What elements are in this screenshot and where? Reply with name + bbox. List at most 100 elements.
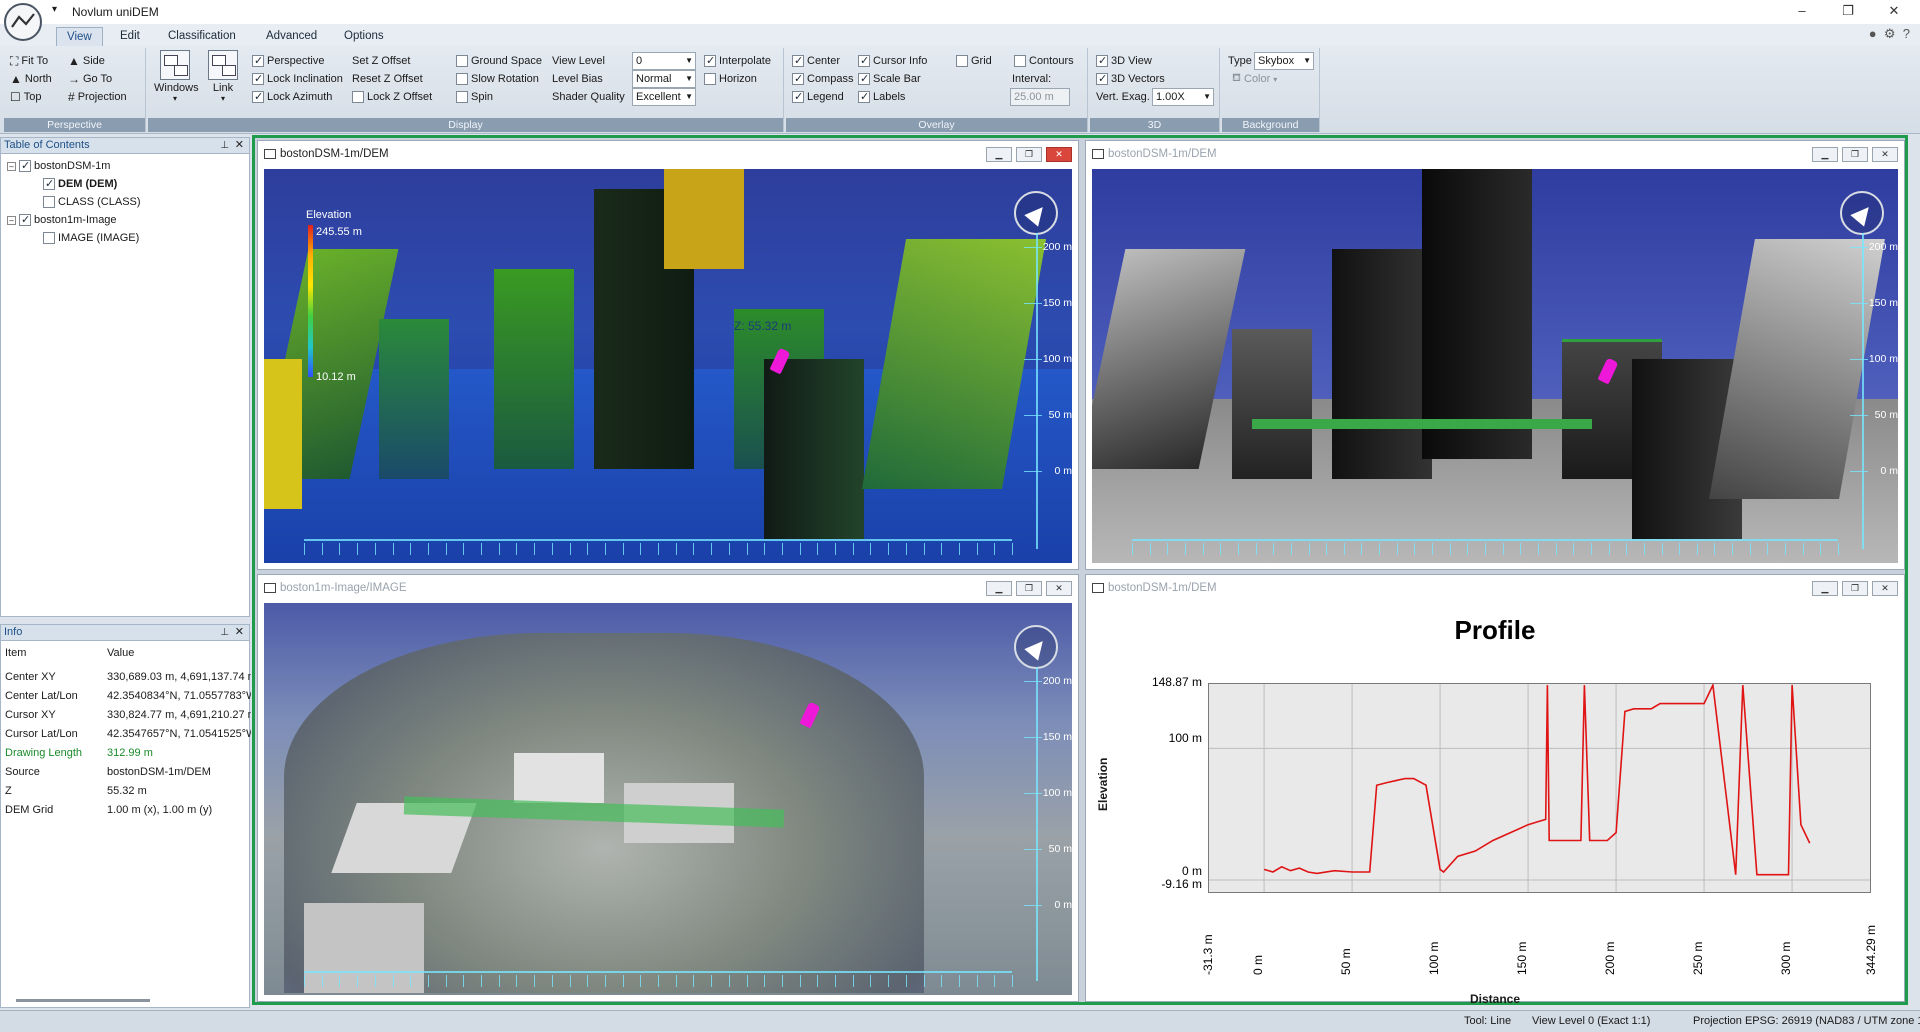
quick-access-dropdown-icon[interactable]: ▾ — [52, 4, 57, 15]
layer-checkbox[interactable] — [43, 196, 55, 208]
fit-to-button[interactable]: ⛶ Fit To — [10, 52, 48, 70]
tab-options[interactable]: Options — [334, 27, 394, 46]
view-image[interactable]: boston1m-Image/IMAGE ▁ ❐ ✕ 200 m 150 m 1… — [257, 574, 1079, 1002]
perspective-checkbox[interactable]: Perspective — [252, 52, 324, 70]
compass-icon[interactable] — [1840, 191, 1884, 235]
spin-checkbox[interactable]: Spin — [456, 88, 493, 106]
view-close-button[interactable]: ✕ — [1872, 147, 1898, 162]
close-icon[interactable]: ✕ — [235, 138, 244, 153]
cursor-info-checkbox[interactable]: Cursor Info — [858, 52, 927, 70]
legend-checkbox[interactable]: Legend — [792, 88, 844, 106]
view-close-button[interactable]: ✕ — [1872, 581, 1898, 596]
pin-icon[interactable]: ⊥ — [220, 138, 229, 153]
view-dem-colored[interactable]: bostonDSM-1m/DEM ▁ ❐ ✕ Elevation 245.55 … — [257, 140, 1079, 570]
scale-tick — [1661, 543, 1663, 555]
horizon-checkbox[interactable]: Horizon — [704, 70, 757, 88]
slow-rotation-checkbox[interactable]: Slow Rotation — [456, 70, 539, 88]
compass-icon[interactable] — [1014, 625, 1058, 669]
view-restore-button[interactable]: ❐ — [1016, 581, 1042, 596]
collapse-icon[interactable]: – — [7, 161, 16, 171]
minimize-button[interactable]: – — [1780, 0, 1824, 24]
toc-item-class[interactable]: CLASS (CLASS) — [43, 196, 141, 208]
view-header: bostonDSM-1m/DEM ▁ ❐ ✕ — [1086, 575, 1904, 601]
contours-checkbox[interactable]: Contours — [1014, 52, 1074, 70]
view-close-button[interactable]: ✕ — [1046, 147, 1072, 162]
shader-quality-select[interactable]: Excellent ▼ — [632, 88, 696, 106]
link-button[interactable]: Link ▾ — [202, 50, 244, 103]
compass-checkbox[interactable]: Compass — [792, 70, 853, 88]
close-button[interactable]: ✕ — [1872, 0, 1916, 24]
view-profile[interactable]: bostonDSM-1m/DEM ▁ ❐ ✕ Profile Elevation… — [1085, 574, 1905, 1006]
view-close-button[interactable]: ✕ — [1046, 581, 1072, 596]
dem-shaded-3d-scene[interactable]: 200 m 150 m 100 m 50 m 0 m — [1092, 169, 1898, 563]
top-button[interactable]: ☐ Top — [10, 88, 42, 106]
image-3d-scene[interactable]: 200 m 150 m 100 m 50 m 0 m — [264, 603, 1072, 995]
view-minimize-button[interactable]: ▁ — [986, 147, 1012, 162]
3d-view-checkbox[interactable]: 3D View — [1096, 52, 1152, 70]
toc-item-image[interactable]: IMAGE (IMAGE) — [43, 232, 139, 244]
toc-item-bostondsm[interactable]: –bostonDSM-1m — [7, 159, 110, 172]
color-button[interactable]: ⛾ Color ▾ — [1232, 70, 1277, 88]
toc-item-boston-image[interactable]: –boston1m-Image — [7, 213, 117, 226]
view-restore-button[interactable]: ❐ — [1842, 147, 1868, 162]
background-type-select[interactable]: Skybox ▼ — [1254, 52, 1314, 70]
interpolate-checkbox[interactable]: Interpolate — [704, 52, 771, 70]
vert-exag-select[interactable]: 1.00X ▼ — [1152, 88, 1214, 106]
labels-checkbox[interactable]: Labels — [858, 88, 905, 106]
close-icon[interactable]: ✕ — [235, 625, 244, 640]
lock-azimuth-checkbox[interactable]: Lock Azimuth — [252, 88, 332, 106]
go-to-button[interactable]: → Go To — [68, 70, 112, 88]
layer-checkbox[interactable] — [19, 159, 31, 172]
app-logo-icon[interactable] — [4, 3, 42, 41]
grid-checkbox[interactable]: Grid — [956, 52, 992, 70]
horizontal-scrollbar[interactable] — [16, 999, 150, 1002]
scale-bar-checkbox[interactable]: Scale Bar — [858, 70, 921, 88]
tab-view[interactable]: View — [56, 27, 103, 46]
set-z-offset-button[interactable]: Set Z Offset — [352, 52, 411, 70]
view-level-select[interactable]: 0 ▼ — [632, 52, 696, 70]
scale-tick — [764, 975, 766, 987]
profile-x-tick-label: 150 m — [1515, 941, 1529, 975]
view-restore-button[interactable]: ❐ — [1016, 147, 1042, 162]
help-icon[interactable]: ? — [1903, 26, 1910, 41]
interval-input[interactable]: 25.00 m — [1010, 88, 1070, 106]
status-circle-icon[interactable]: ● — [1869, 26, 1877, 41]
lock-z-offset-checkbox[interactable]: Lock Z Offset — [352, 88, 432, 106]
scale-tick — [1590, 543, 1592, 555]
ribbon: ⛶ Fit To ▲ Side ▲ North → Go To ☐ Top # Projec… — [0, 46, 1920, 134]
pin-icon[interactable]: ⊥ — [220, 625, 229, 640]
lock-inclination-checkbox[interactable]: Lock Inclination — [252, 70, 343, 88]
tab-edit[interactable]: Edit — [110, 27, 150, 46]
center-checkbox[interactable]: Center — [792, 52, 840, 70]
maximize-button[interactable]: ❐ — [1826, 0, 1870, 24]
windows-button[interactable]: Windows ▾ — [154, 50, 199, 103]
projection-button[interactable]: # Projection — [68, 88, 127, 106]
north-button[interactable]: ▲ North — [10, 70, 52, 88]
collapse-icon[interactable]: – — [7, 215, 16, 225]
view-minimize-button[interactable]: ▁ — [986, 581, 1012, 596]
dem-3d-scene[interactable]: Elevation 245.55 m 10.12 m Z: 55.32 m 20… — [264, 169, 1072, 563]
view-dem-shaded[interactable]: bostonDSM-1m/DEM ▁ ❐ ✕ 200 m 150 m 100 m… — [1085, 140, 1905, 570]
view-restore-button[interactable]: ❐ — [1842, 581, 1868, 596]
side-button[interactable]: ▲ Side — [68, 52, 105, 70]
scale-tick — [374, 543, 376, 555]
view-minimize-button[interactable]: ▁ — [1812, 147, 1838, 162]
tab-advanced[interactable]: Advanced — [256, 27, 327, 46]
toc-item-dem[interactable]: DEM (DEM) — [43, 177, 117, 190]
compass-icon[interactable] — [1014, 191, 1058, 235]
scale-tick — [923, 543, 925, 555]
view-minimize-button[interactable]: ▁ — [1812, 581, 1838, 596]
level-bias-select[interactable]: Normal ▼ — [632, 70, 696, 88]
ground-space-checkbox[interactable]: Ground Space — [456, 52, 542, 70]
tab-classification[interactable]: Classification — [158, 27, 246, 46]
3d-vectors-checkbox[interactable]: 3D Vectors — [1096, 70, 1165, 88]
layer-checkbox[interactable] — [43, 177, 55, 190]
scale-tick — [427, 975, 429, 987]
profile-plot-area[interactable] — [1208, 682, 1871, 893]
reset-z-offset-button[interactable]: Reset Z Offset — [352, 70, 423, 88]
scale-tick — [1167, 543, 1169, 555]
settings-icon[interactable]: ⚙ — [1884, 26, 1896, 41]
scale-tick — [781, 975, 783, 987]
layer-checkbox[interactable] — [19, 213, 31, 226]
layer-checkbox[interactable] — [43, 232, 55, 244]
